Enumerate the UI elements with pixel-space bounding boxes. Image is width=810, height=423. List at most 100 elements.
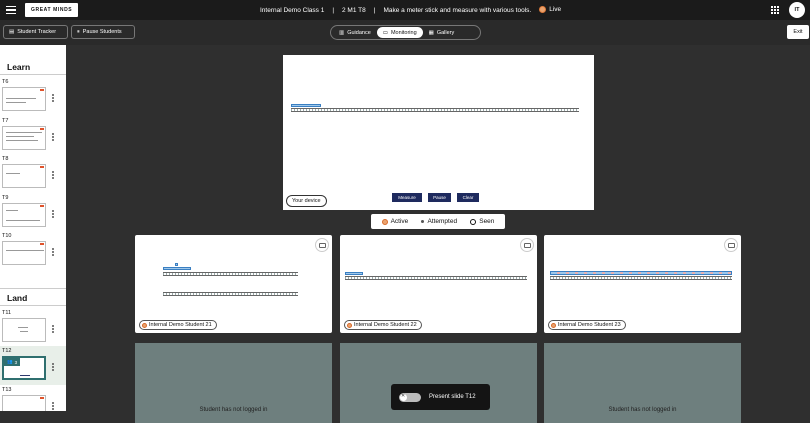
slide-label: T8 xyxy=(2,156,9,162)
measure-button[interactable]: Measure xyxy=(392,193,422,202)
student-card[interactable]: Internal Demo Student 23 xyxy=(544,235,741,333)
avatar[interactable]: IT xyxy=(789,2,805,18)
student-name-pill: Internal Demo Student 21 xyxy=(139,320,217,330)
slide-thumb-t6[interactable] xyxy=(2,87,46,111)
student-name: Internal Demo Student 23 xyxy=(558,322,621,328)
student-tracker-button[interactable]: ▤ Student Tracker xyxy=(3,25,68,39)
offline-student-card: Student has not logged in xyxy=(135,343,332,423)
live-dot-icon xyxy=(539,6,547,14)
divider xyxy=(0,288,66,289)
book-icon: ▥ xyxy=(339,29,345,36)
slide-thumb-t12[interactable]: 👥 3 xyxy=(2,356,46,380)
attempted-dot-icon xyxy=(421,220,425,223)
tab-guidance-label: Guidance xyxy=(347,29,371,36)
camera-icon[interactable] xyxy=(315,238,329,252)
blue-measure-bar xyxy=(291,104,321,107)
teacher-device-preview[interactable] xyxy=(283,55,594,210)
present-slide-label: Present slide T12 xyxy=(429,394,476,400)
monitor-icon: ▭ xyxy=(382,29,388,36)
meter-stick xyxy=(550,276,732,280)
more-icon[interactable] xyxy=(52,248,54,256)
meter-stick xyxy=(345,276,527,280)
student-name: Internal Demo Student 22 xyxy=(354,322,417,328)
slide-label: T12 xyxy=(2,348,12,354)
offline-student-card: Student has not logged in xyxy=(544,343,741,423)
task-title: Make a meter stick and measure with vari… xyxy=(383,6,532,14)
tab-guidance[interactable]: ▥ Guidance xyxy=(333,27,377,38)
slide-thumb-t10[interactable] xyxy=(2,241,46,265)
hamburger-icon[interactable] xyxy=(6,0,20,20)
top-bar: GREAT MINDS Internal Demo Class 1 | 2 M1… xyxy=(0,0,810,20)
divider xyxy=(0,74,66,75)
clear-button[interactable]: Clear xyxy=(457,193,479,202)
slide-label: T9 xyxy=(2,195,9,201)
separator: | xyxy=(332,6,335,14)
slide-thumb-t8[interactable] xyxy=(2,164,46,188)
more-icon[interactable] xyxy=(52,94,54,102)
live-indicator: Live xyxy=(539,6,562,14)
lesson-code: 2 M1 T8 xyxy=(342,6,366,14)
status-legend: Active Attempted Seen xyxy=(371,214,505,229)
meter-stick xyxy=(163,292,298,296)
tab-gallery[interactable]: ▦ Gallery xyxy=(423,27,461,38)
active-dot-icon xyxy=(551,322,556,328)
legend-seen-label: Seen xyxy=(479,218,495,225)
offline-message: Student has not logged in xyxy=(608,407,677,413)
meter-stick xyxy=(291,108,579,112)
meter-stick xyxy=(163,272,298,276)
legend-seen: Seen xyxy=(470,218,494,225)
slide-thumb-t11[interactable] xyxy=(2,318,46,342)
live-label: Live xyxy=(549,6,562,14)
slide-label: T6 xyxy=(2,79,9,85)
offline-student-card xyxy=(340,343,537,423)
student-tracker-label: Student Tracker xyxy=(17,29,57,35)
camera-icon[interactable] xyxy=(724,238,738,252)
tab-monitoring[interactable]: ▭ Monitoring xyxy=(376,27,423,38)
legend-active-label: Active xyxy=(390,218,409,225)
logo: GREAT MINDS xyxy=(25,3,79,17)
camera-icon[interactable] xyxy=(520,238,534,252)
more-icon[interactable] xyxy=(52,402,54,410)
badge-count: 3 xyxy=(14,359,18,365)
slide-label: T13 xyxy=(2,387,12,393)
exit-button[interactable]: Exit xyxy=(787,25,809,39)
blue-marker xyxy=(175,263,178,266)
slide-thumb-t9[interactable] xyxy=(2,203,46,227)
section-learn: Learn xyxy=(7,62,31,72)
more-icon[interactable] xyxy=(52,325,54,333)
separator: | xyxy=(373,6,376,14)
class-name: Internal Demo Class 1 xyxy=(260,6,325,14)
your-device-label: Your device xyxy=(286,195,327,207)
offline-message: Student has not logged in xyxy=(199,407,268,413)
blue-measure-bar xyxy=(163,267,191,270)
student-card[interactable]: Internal Demo Student 21 xyxy=(135,235,332,333)
more-icon[interactable] xyxy=(52,133,54,141)
student-name: Internal Demo Student 21 xyxy=(149,322,212,328)
slide-sidebar: Learn T6 T7 T8 T9 T10 Land T11 T12 👥 3 T1… xyxy=(0,45,66,411)
student-card[interactable]: Internal Demo Student 22 xyxy=(340,235,537,333)
active-dot-icon xyxy=(142,322,147,328)
active-dot-icon xyxy=(381,218,388,225)
pause-button[interactable]: Pause xyxy=(428,193,451,202)
slide-thumb-t7[interactable] xyxy=(2,126,46,150)
people-icon: 👥 xyxy=(7,359,13,364)
lesson-title: Internal Demo Class 1 | 2 M1 T8 | Make a… xyxy=(260,0,561,20)
present-slide-control[interactable]: ✕ Present slide T12 xyxy=(391,384,490,410)
grid-icon[interactable] xyxy=(771,6,779,14)
slide-thumb-t13[interactable] xyxy=(2,395,46,411)
legend-attempted-label: Attempted xyxy=(427,218,458,225)
colored-measure-bars xyxy=(550,271,732,275)
divider xyxy=(0,305,66,306)
blue-measure-bar xyxy=(345,272,363,275)
more-icon[interactable] xyxy=(52,210,54,218)
legend-active: Active xyxy=(381,218,409,225)
toggle-x-icon: ✕ xyxy=(401,392,406,399)
present-toggle[interactable]: ✕ xyxy=(399,392,421,402)
more-icon[interactable] xyxy=(52,171,54,179)
student-name-pill: Internal Demo Student 23 xyxy=(548,320,626,330)
view-tabs: ▥ Guidance ▭ Monitoring ▦ Gallery xyxy=(330,25,481,40)
active-dot-icon xyxy=(347,322,352,328)
gallery-icon: ▦ xyxy=(428,29,434,36)
more-icon[interactable] xyxy=(52,363,54,371)
pause-students-button[interactable]: ⏸ Pause Students xyxy=(71,25,135,39)
